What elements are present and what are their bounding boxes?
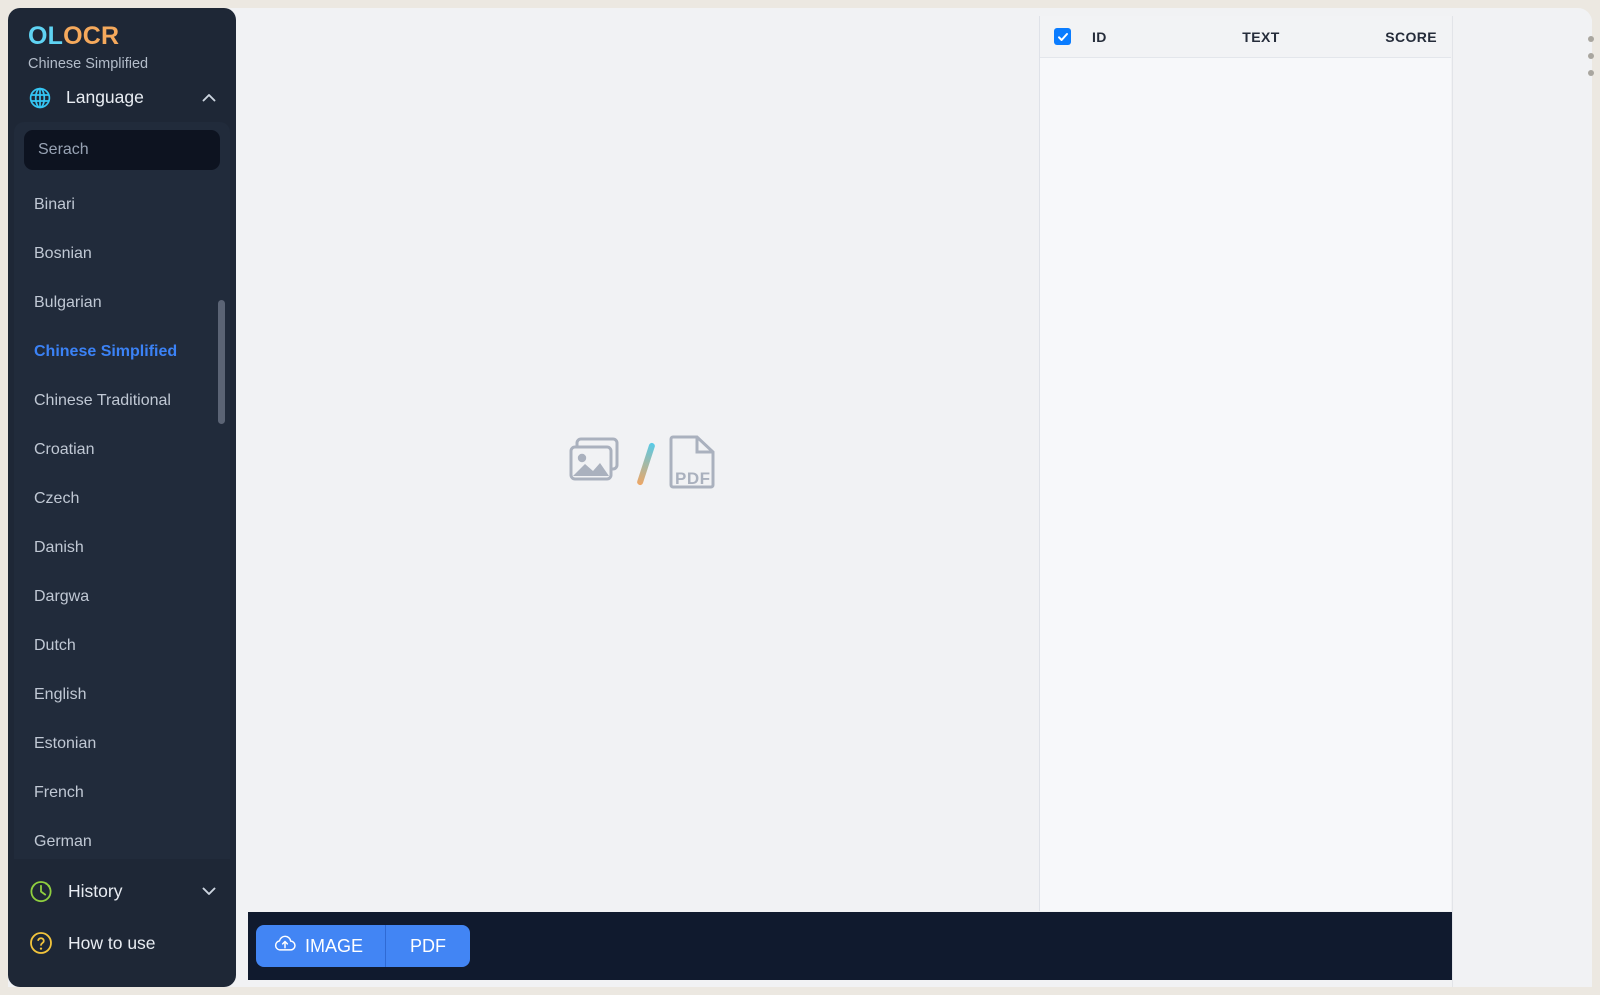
grip-dot [1588,53,1594,59]
sidebar-section-language-label: Language [66,87,144,108]
results-table-body [1040,58,1451,910]
slash-divider [636,441,656,486]
column-header-text[interactable]: TEXT [1181,29,1341,45]
upload-image-label: IMAGE [305,935,364,956]
column-header-score[interactable]: SCORE [1341,29,1437,45]
language-list-item[interactable]: Chinese Simplified [34,327,230,376]
bottom-toolbar: IMAGE PDF [248,912,1452,980]
upload-button-group: IMAGE PDF [256,925,471,967]
empty-state-placeholder: PDF [568,433,718,494]
globe-icon [28,86,52,110]
sidebar-section-language[interactable]: Language [8,72,236,122]
document-viewer[interactable]: PDF [248,16,1038,911]
app-logo: OLOCR [28,22,216,51]
sidebar-item-history-label: History [68,880,123,901]
language-panel: BinariBosnianBulgarianChinese Simplified… [14,121,230,859]
language-list-item[interactable]: Bosnian [34,229,230,278]
sidebar-item-how-to-use-label: How to use [68,932,156,953]
pdf-file-icon: PDF [668,433,718,494]
language-list-item[interactable]: Bulgarian [34,278,230,327]
language-list-item[interactable]: English [34,670,230,719]
language-list-item[interactable]: French [34,768,230,817]
language-list-item[interactable]: Binari [34,180,230,229]
pdf-icon-label: PDF [675,469,711,488]
sidebar-item-history[interactable]: History [8,865,236,917]
cloud-upload-icon [274,935,296,957]
upload-pdf-label: PDF [410,935,447,956]
vertical-dots-grip[interactable] [1586,36,1596,76]
chevron-down-icon[interactable] [200,882,218,900]
language-list-item[interactable]: Czech [34,474,230,523]
sidebar: OLOCR Chinese Simplified Language Binari… [8,8,236,987]
logo-part-b: OCR [63,22,120,50]
grip-dot [1588,70,1594,76]
right-filler-strip [1452,16,1592,987]
question-circle-icon [28,930,54,956]
select-all-checkbox[interactable] [1054,28,1071,45]
results-table-header: ID TEXT SCORE [1040,16,1451,58]
language-list-item[interactable]: Danish [34,523,230,572]
language-list-item[interactable]: Chinese Traditional [34,376,230,425]
app-window: PDF ID TEXT SCORE IMAGE PDF [8,8,1592,987]
language-search-wrap [14,129,230,180]
clock-icon [28,878,54,904]
language-list-item[interactable]: Estonian [34,719,230,768]
brand-block: OLOCR Chinese Simplified [8,8,236,72]
image-stack-icon [568,436,624,491]
language-list-item[interactable]: Dargwa [34,572,230,621]
chevron-up-icon[interactable] [200,89,218,107]
column-header-id[interactable]: ID [1071,29,1181,45]
logo-part-a: OL [28,22,64,50]
results-panel: ID TEXT SCORE [1039,16,1451,911]
current-language-subtitle: Chinese Simplified [28,55,149,72]
language-list-item[interactable]: German [34,817,230,859]
language-search-input[interactable] [24,129,220,170]
upload-pdf-button[interactable]: PDF [385,925,471,967]
sidebar-item-how-to-use[interactable]: How to use [8,917,236,969]
sidebar-bottom-nav: History How to use [8,859,236,987]
grip-dot [1588,36,1594,42]
language-list-item[interactable]: Croatian [34,425,230,474]
language-list-scrollbar[interactable] [218,299,225,424]
language-list[interactable]: Binari Bosnian Bulgarian Chinese Simplified… [14,180,230,859]
upload-image-button[interactable]: IMAGE [256,925,386,967]
language-list-item[interactable]: Dutch [34,621,230,670]
